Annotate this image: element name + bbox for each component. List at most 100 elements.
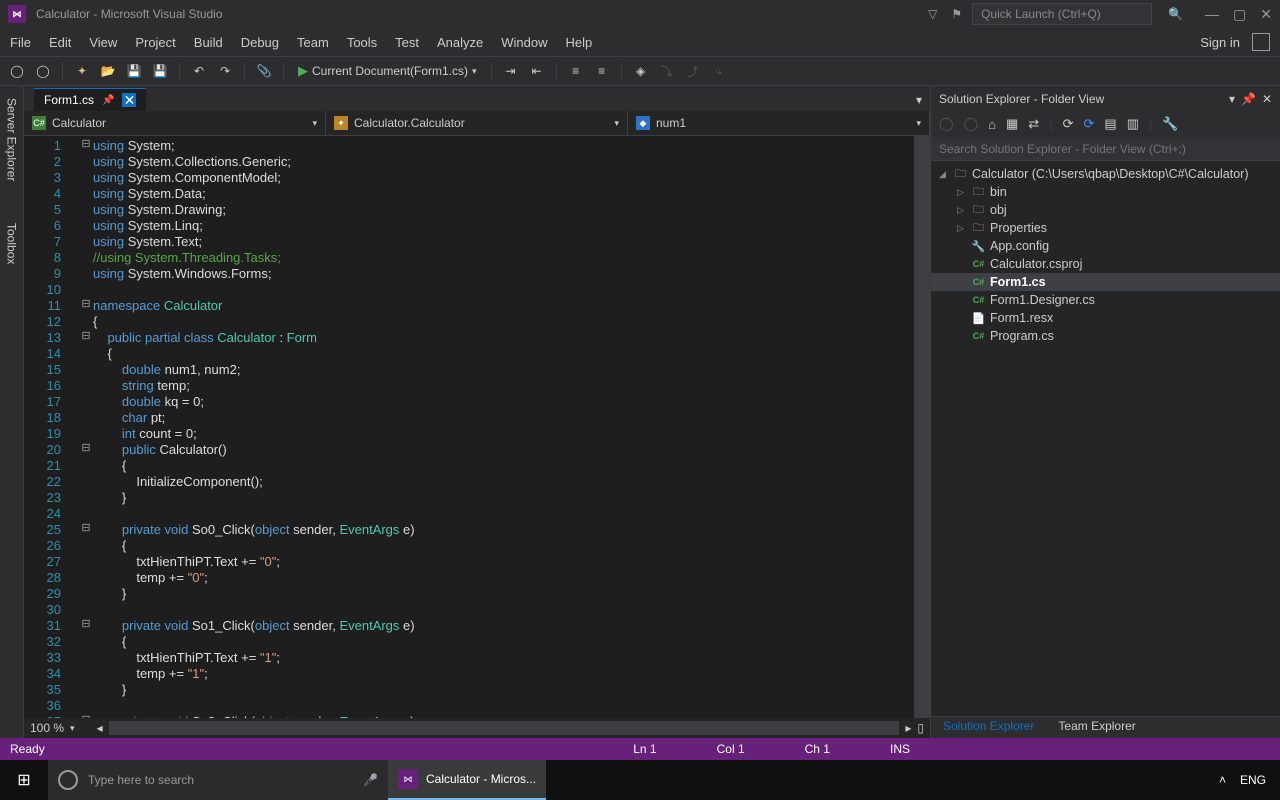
run-target-dropdown[interactable]: Current Document(Form1.cs)	[312, 64, 468, 78]
explorer-search[interactable]	[931, 137, 1280, 161]
tree-item[interactable]: C#Form1.cs	[931, 273, 1280, 291]
show-all-icon[interactable]: ▥	[1127, 116, 1139, 132]
menu-tools[interactable]: Tools	[347, 35, 377, 50]
home-icon[interactable]: ⌂	[988, 117, 996, 132]
menu-file[interactable]: File	[10, 35, 31, 50]
menu-edit[interactable]: Edit	[49, 35, 71, 50]
avatar-icon[interactable]	[1252, 33, 1270, 51]
comment-button[interactable]: ≡	[565, 60, 587, 82]
menu-team[interactable]: Team	[297, 35, 329, 50]
nav-member-dropdown[interactable]: ◆num1▾	[628, 111, 930, 135]
horizontal-scrollbar[interactable]	[109, 721, 900, 735]
save-button[interactable]: 💾	[123, 60, 145, 82]
dropdown-tabs-icon[interactable]: ▾	[908, 89, 930, 111]
sync-icon[interactable]: ⟳	[1063, 116, 1074, 132]
explorer-title-bar: Solution Explorer - Folder View ▾ 📌 ✕	[931, 86, 1280, 111]
tree-item[interactable]: ▷🗀Properties	[931, 219, 1280, 237]
maximize-button[interactable]: ▢	[1233, 6, 1246, 23]
nav-class-dropdown[interactable]: ✦Calculator.Calculator▾	[326, 111, 628, 135]
tree-item[interactable]: ▷🗀obj	[931, 201, 1280, 219]
forward-icon[interactable]: ◯	[964, 116, 979, 132]
play-icon[interactable]: ▶	[298, 63, 308, 79]
server-explorer-tab[interactable]: Server Explorer	[5, 92, 19, 187]
outdent-button[interactable]: ⇤	[526, 60, 548, 82]
step2-button[interactable]: ⤴	[682, 60, 704, 82]
uncomment-button[interactable]: ≡	[591, 60, 613, 82]
tree-item[interactable]: ▷🗀bin	[931, 183, 1280, 201]
open-file-button[interactable]: 📂	[97, 60, 119, 82]
minimize-button[interactable]: —	[1205, 6, 1219, 23]
menu-test[interactable]: Test	[395, 35, 419, 50]
switch-icon[interactable]: ⇄	[1028, 116, 1039, 132]
step-button[interactable]: ⤵	[656, 60, 678, 82]
code-editor[interactable]: 1234567891011121314151617181920212223242…	[24, 136, 930, 718]
tree-item[interactable]: 📄Form1.resx	[931, 309, 1280, 327]
tab-solution-explorer[interactable]: Solution Explorer	[931, 717, 1046, 738]
menu-debug[interactable]: Debug	[241, 35, 279, 50]
notify-icon[interactable]: ⚑	[951, 7, 962, 21]
close-panel-icon[interactable]: ✕	[1262, 92, 1272, 106]
folder-icon: 🗀	[953, 168, 968, 180]
toolbox-tab[interactable]: Toolbox	[5, 217, 19, 270]
taskbar-app-vs[interactable]: ⋈ Calculator - Micros...	[388, 760, 546, 800]
nav-forward-button[interactable]: ◯	[32, 60, 54, 82]
menu-view[interactable]: View	[89, 35, 117, 50]
document-tab-form1[interactable]: Form1.cs 📌 ✕	[34, 88, 146, 111]
save-all-button[interactable]: 💾	[149, 60, 171, 82]
quick-launch-input[interactable]: Quick Launch (Ctrl+Q)	[972, 3, 1152, 25]
code-content[interactable]: using System;using System.Collections.Ge…	[93, 136, 914, 718]
fold-column[interactable]: ⊟⊟⊟⊟⊟⊟⊟	[79, 136, 93, 718]
back-icon[interactable]: ◯	[939, 116, 954, 132]
undo-button[interactable]: ↶	[188, 60, 210, 82]
filter-icon[interactable]: ▽	[928, 7, 937, 21]
dropdown-icon[interactable]: ▾	[1229, 92, 1235, 106]
mic-icon[interactable]: 🎤	[363, 773, 378, 787]
solution-explorer-panel: Solution Explorer - Folder View ▾ 📌 ✕ ◯ …	[930, 86, 1280, 738]
tree-item[interactable]: 🔧App.config	[931, 237, 1280, 255]
tree-root[interactable]: ◢ 🗀 Calculator (C:\Users\qbap\Desktop\C#…	[931, 165, 1280, 183]
hscroll-left-icon[interactable]: ◂	[97, 721, 103, 735]
pin-icon[interactable]: 📌	[102, 95, 114, 106]
menu-help[interactable]: Help	[566, 35, 593, 50]
nav-project-dropdown[interactable]: C#Calculator▾	[24, 111, 326, 135]
menubar: File Edit View Project Build Debug Team Tools Te…	[0, 28, 1280, 56]
tree-item[interactable]: C#Program.cs	[931, 327, 1280, 345]
start-button[interactable]: ⊞	[0, 760, 48, 800]
close-button[interactable]: ✕	[1260, 6, 1272, 23]
solutions-icon[interactable]: ▦	[1006, 116, 1018, 132]
redo-button[interactable]: ↷	[214, 60, 236, 82]
vertical-scrollbar[interactable]	[914, 136, 930, 718]
tray-lang[interactable]: ENG	[1240, 773, 1266, 787]
explorer-tree[interactable]: ◢ 🗀 Calculator (C:\Users\qbap\Desktop\C#…	[931, 161, 1280, 716]
properties-icon[interactable]: 🔧	[1162, 116, 1178, 132]
attach-button[interactable]: 📎	[253, 60, 275, 82]
indent-button[interactable]: ⇥	[500, 60, 522, 82]
bookmark-button[interactable]: ◈	[630, 60, 652, 82]
zoom-level[interactable]: 100 %	[30, 721, 64, 735]
explorer-search-input[interactable]	[931, 137, 1280, 160]
tree-item[interactable]: C#Calculator.csproj	[931, 255, 1280, 273]
new-file-button[interactable]: ✦	[71, 60, 93, 82]
tree-item[interactable]: C#Form1.Designer.cs	[931, 291, 1280, 309]
close-tab-icon[interactable]: ✕	[122, 93, 136, 107]
tray-chevron-icon[interactable]: ˄	[1219, 773, 1226, 787]
pin-icon[interactable]: 📌	[1241, 92, 1256, 106]
taskbar-app-label: Calculator - Micros...	[426, 772, 536, 786]
tab-label: Form1.cs	[44, 93, 94, 107]
nav-back-button[interactable]: ◯	[6, 60, 28, 82]
refresh-icon[interactable]: ⟳	[1083, 116, 1094, 132]
menu-window[interactable]: Window	[501, 35, 547, 50]
signin-link[interactable]: Sign in	[1200, 35, 1240, 50]
chevron-down-icon[interactable]: ▾	[472, 66, 477, 77]
taskbar-search[interactable]: Type here to search 🎤	[48, 760, 388, 800]
hscroll-right-icon[interactable]: ▸	[905, 721, 911, 735]
menu-build[interactable]: Build	[194, 35, 223, 50]
split-icon[interactable]: ▯	[917, 721, 924, 735]
chevron-down-icon[interactable]: ▾	[70, 723, 75, 734]
tab-team-explorer[interactable]: Team Explorer	[1046, 717, 1147, 738]
step3-button[interactable]: ⤷	[708, 60, 730, 82]
menu-analyze[interactable]: Analyze	[437, 35, 483, 50]
collapse-icon[interactable]: ▤	[1104, 116, 1116, 132]
menu-project[interactable]: Project	[135, 35, 175, 50]
search-icon[interactable]: 🔍	[1168, 7, 1183, 21]
